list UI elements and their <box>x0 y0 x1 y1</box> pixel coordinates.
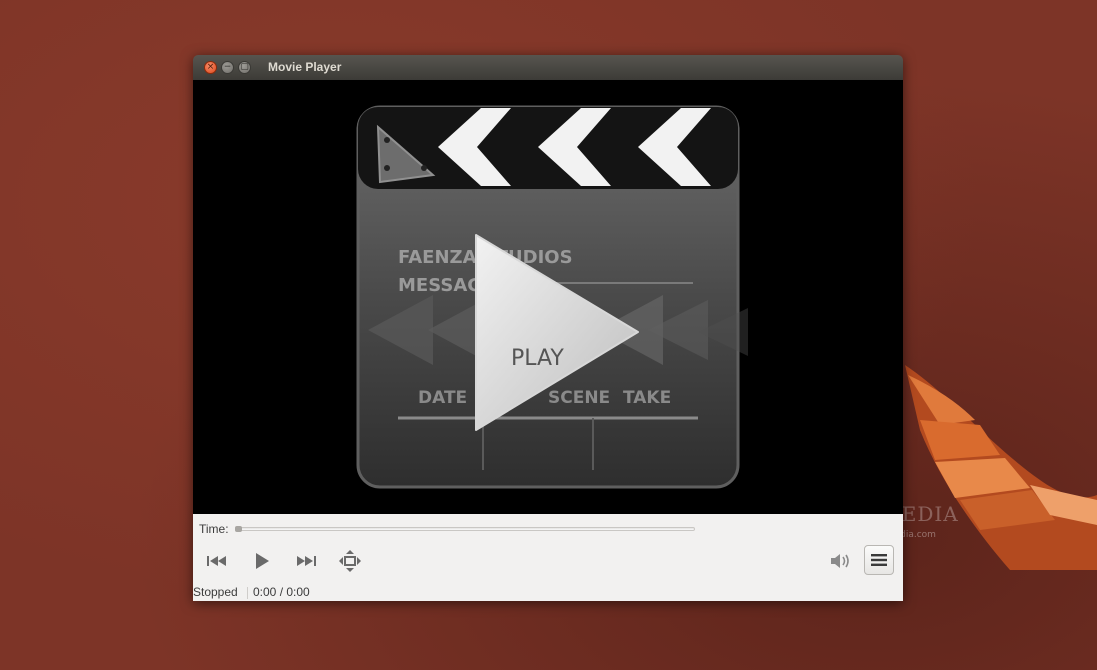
clapper-scene-label: SCENE <box>548 388 610 408</box>
menu-button[interactable] <box>864 545 894 575</box>
clapper-take-label: TAKE <box>623 388 671 408</box>
movie-player-window: × − ▢ Movie Player FAENZA STUDIOS MESSAG… <box>193 55 903 601</box>
speaker-icon <box>831 554 849 568</box>
skip-forward-icon <box>297 556 316 566</box>
previous-track-button[interactable] <box>203 547 231 575</box>
controls-panel: Time: Stopped 0:00 / 0:00 <box>193 514 903 601</box>
playback-time: 0:00 / 0:00 <box>253 585 310 599</box>
hamburger-menu-icon <box>871 554 887 566</box>
status-separator <box>247 587 248 599</box>
time-label: Time: <box>199 522 229 536</box>
seek-slider[interactable] <box>235 526 695 532</box>
minimize-window-button[interactable]: − <box>221 61 234 74</box>
volume-button[interactable] <box>826 547 854 575</box>
fullscreen-icon <box>339 550 361 572</box>
maximize-window-button[interactable]: ▢ <box>238 61 251 74</box>
window-title: Movie Player <box>268 60 342 74</box>
clapperboard-artwork: FAENZA STUDIOS MESSAGE DATE SCENE TAKE P… <box>356 105 748 489</box>
video-area[interactable]: FAENZA STUDIOS MESSAGE DATE SCENE TAKE P… <box>193 80 903 514</box>
window-titlebar[interactable]: × − ▢ Movie Player <box>193 55 903 80</box>
next-track-button[interactable] <box>292 547 320 575</box>
clapper-date-label: DATE <box>418 388 467 408</box>
play-icon <box>256 553 269 569</box>
close-window-button[interactable]: × <box>204 61 217 74</box>
seek-handle[interactable] <box>235 526 242 532</box>
status-bar: Stopped 0:00 / 0:00 <box>193 585 903 601</box>
play-button[interactable] <box>248 547 276 575</box>
skip-back-icon <box>207 556 226 566</box>
playback-status: Stopped <box>193 585 238 599</box>
fullscreen-button[interactable] <box>336 547 364 575</box>
big-play-label: PLAY <box>511 346 564 371</box>
